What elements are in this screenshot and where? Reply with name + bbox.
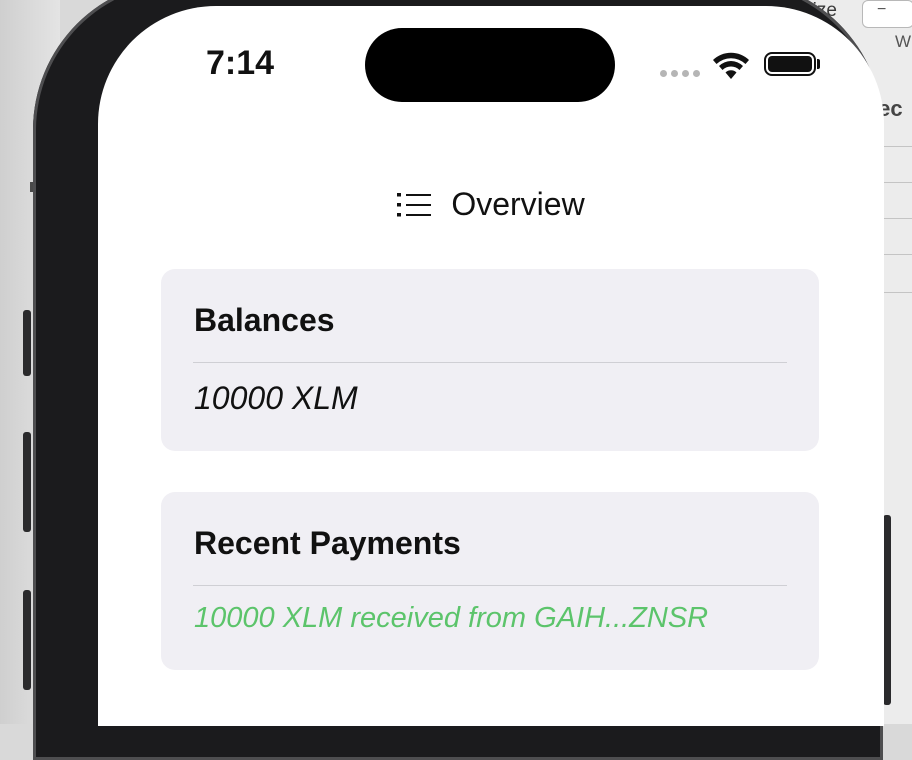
recent-payments-title: Recent Payments <box>194 525 461 561</box>
stepper-minus[interactable]: − <box>877 1 886 19</box>
phone-frame: 7:14 Overview Balances 10000 XLM Recent … <box>23 0 891 760</box>
app-screen: 7:14 Overview Balances 10000 XLM Recent … <box>98 6 884 726</box>
payment-item[interactable]: 10000 XLM received from GAIH...ZNSR <box>194 602 708 635</box>
battery-tip <box>817 59 820 69</box>
inspector-divider <box>880 218 912 219</box>
size-stepper[interactable]: − <box>862 0 912 28</box>
volume-up-button <box>23 432 31 532</box>
page-title: Overview <box>451 186 585 222</box>
inspector-divider <box>880 254 912 255</box>
width-label: W <box>895 32 912 51</box>
balances-card: Balances 10000 XLM <box>161 269 819 451</box>
list-icon[interactable] <box>397 191 432 219</box>
balances-title: Balances <box>194 302 335 338</box>
side-button <box>23 310 31 376</box>
power-button <box>883 515 891 705</box>
dynamic-island <box>365 28 615 102</box>
volume-down-button <box>23 590 31 690</box>
navigation-bar: Overview <box>98 186 884 224</box>
wifi-icon <box>713 52 749 79</box>
cellular-signal-icon <box>660 70 700 77</box>
card-divider <box>193 362 787 363</box>
inspector-divider <box>880 146 912 147</box>
status-time: 7:14 <box>206 44 275 82</box>
inspector-divider <box>880 292 912 293</box>
recent-payments-card: Recent Payments 10000 XLM received from … <box>161 492 819 670</box>
overview-menu[interactable]: Overview <box>397 186 585 223</box>
balance-value: 10000 XLM <box>194 380 358 416</box>
battery-icon <box>764 52 816 76</box>
card-divider <box>193 585 787 586</box>
inspector-divider <box>880 182 912 183</box>
